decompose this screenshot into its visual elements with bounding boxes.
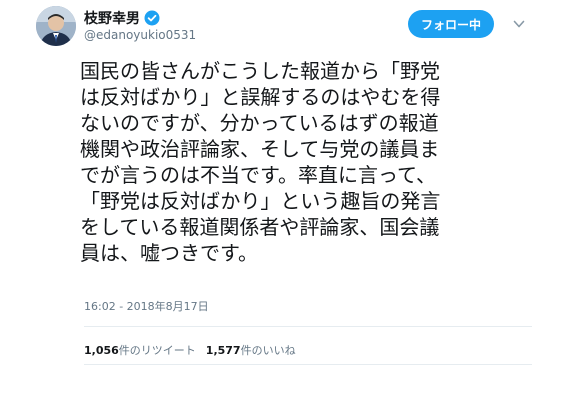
user-handle[interactable]: @edanoyukio0531 [84, 28, 196, 42]
tweet-text-line: 「野党は反対ばかり」という趣旨の発言 [80, 189, 441, 213]
chevron-down-icon[interactable] [512, 16, 526, 30]
tweet-timestamp[interactable]: 16:02 - 2018年8月17日 [84, 298, 209, 314]
retweets-label: 件のリツイート [118, 344, 196, 357]
following-button[interactable]: フォロー中 [408, 10, 494, 38]
tweet-text-line: は反対ばかり」と誤解するのはやむを得 [80, 85, 441, 109]
avatar[interactable] [36, 6, 76, 46]
likes-label: 件のいいね [240, 344, 296, 357]
tweet-text-line: をしている報道関係者や評論家、国会議 [80, 215, 440, 239]
display-name[interactable]: 枝野幸男 [84, 8, 140, 28]
tweet-text-line: ないのですが、分かっているはずの報道 [80, 111, 439, 135]
divider [84, 364, 532, 365]
likes-count: 1,577 [205, 344, 241, 357]
retweets-stat[interactable]: 1,056件のリツイート [84, 342, 196, 358]
avatar-photo [36, 6, 76, 46]
verified-badge-icon [144, 10, 160, 26]
divider [84, 326, 532, 327]
tweet-text-line: でが言うのは不当です。率直に言って、 [80, 163, 436, 187]
tweet-text-line: 国民の皆さんがこうした報道から「野党 [80, 59, 440, 83]
likes-stat[interactable]: 1,577件のいいね [206, 342, 296, 358]
tweet-text-line: 機関や政治評論家、そして与党の議員ま [80, 137, 440, 161]
tweet-text: 国民の皆さんがこうした報道から「野党 は反対ばかり」と誤解するのはやむを得 ない… [80, 58, 520, 266]
retweets-count: 1,056 [84, 344, 119, 357]
name-row: 枝野幸男 [84, 8, 160, 28]
tweet-text-line: 員は、嘘つきです。 [80, 241, 258, 265]
engagement-stats: 1,056件のリツイート 1,577件のいいね [84, 342, 296, 358]
tweet-card: 枝野幸男 @edanoyukio0531 フォロー中 国民の皆さんがこうした報道… [0, 0, 566, 400]
